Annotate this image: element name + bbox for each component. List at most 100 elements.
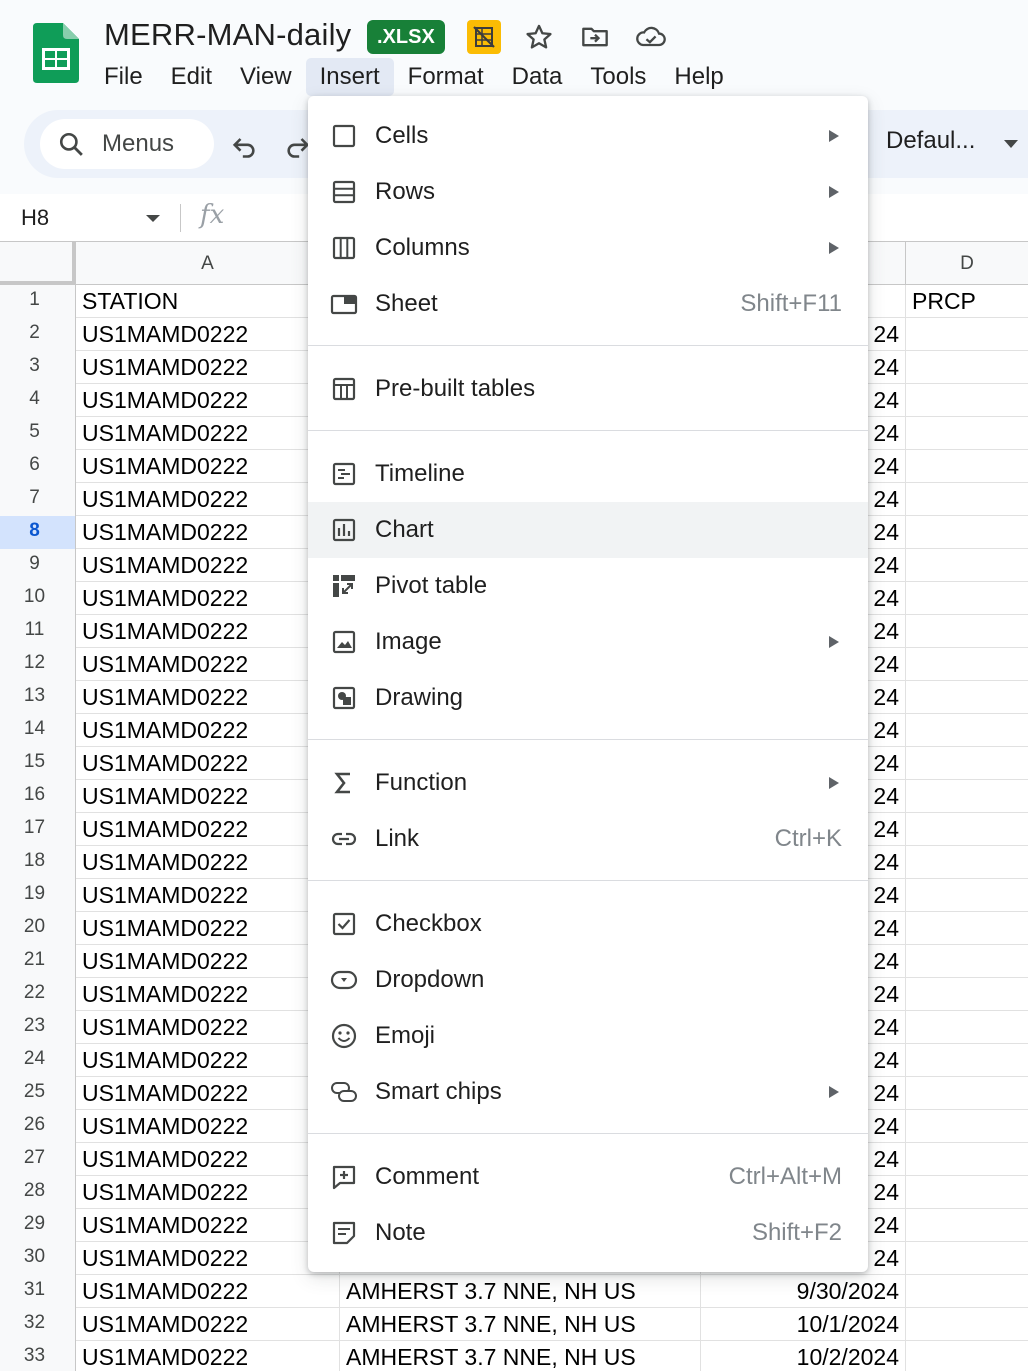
insert-menu-item-chart[interactable]: Chart: [308, 502, 868, 558]
insert-menu-item-sheet[interactable]: Sheet Shift+F11: [308, 276, 868, 332]
select-all-corner[interactable]: [0, 242, 76, 285]
insert-menu-item-pivot-table[interactable]: Pivot table: [308, 558, 868, 614]
cell-date[interactable]: 10/1/2024: [701, 1308, 906, 1341]
cell-station[interactable]: US1MAMD0222: [76, 615, 340, 648]
cell-station[interactable]: US1MAMD0222: [76, 384, 340, 417]
cell-station[interactable]: US1MAMD0222: [76, 1275, 340, 1308]
menu-view[interactable]: View: [226, 58, 306, 96]
file-format-badge[interactable]: .XLSX: [367, 20, 445, 54]
cell-prcp[interactable]: [906, 516, 1028, 549]
row-header[interactable]: 7: [0, 483, 76, 516]
cell-prcp[interactable]: [906, 978, 1028, 1011]
cell-prcp[interactable]: [906, 1143, 1028, 1176]
star-icon[interactable]: [522, 20, 556, 54]
name-box-dropdown-icon[interactable]: [146, 215, 160, 222]
row-header[interactable]: 20: [0, 912, 76, 945]
cell-prcp[interactable]: [906, 1044, 1028, 1077]
cell-prcp[interactable]: [906, 780, 1028, 813]
menu-tools[interactable]: Tools: [576, 58, 660, 96]
cell-prcp[interactable]: [906, 483, 1028, 516]
cell-prcp[interactable]: [906, 1209, 1028, 1242]
cell-prcp[interactable]: [906, 417, 1028, 450]
menu-help[interactable]: Help: [660, 58, 737, 96]
cell-station[interactable]: US1MAMD0222: [76, 1110, 340, 1143]
cell-name[interactable]: AMHERST 3.7 NNE, NH US: [340, 1275, 701, 1308]
cell-prcp[interactable]: [906, 1077, 1028, 1110]
column-header-d[interactable]: D: [906, 242, 1028, 285]
row-header[interactable]: 11: [0, 615, 76, 648]
row-header[interactable]: 27: [0, 1143, 76, 1176]
cell-prcp[interactable]: [906, 747, 1028, 780]
row-header[interactable]: 8: [0, 516, 76, 549]
name-box[interactable]: H8: [21, 205, 49, 231]
cell-station[interactable]: US1MAMD0222: [76, 780, 340, 813]
insert-menu-item-pre-built-tables[interactable]: Pre-built tables: [308, 361, 868, 417]
row-header[interactable]: 19: [0, 879, 76, 912]
cell-prcp[interactable]: [906, 318, 1028, 351]
move-folder-icon[interactable]: [578, 20, 612, 54]
cell-prcp[interactable]: [906, 1341, 1028, 1371]
cell-station[interactable]: US1MAMD0222: [76, 978, 340, 1011]
menu-format[interactable]: Format: [394, 58, 498, 96]
cell-station[interactable]: US1MAMD0222: [76, 813, 340, 846]
document-title[interactable]: MERR-MAN-daily: [104, 17, 351, 53]
insert-menu-item-link[interactable]: Link Ctrl+K: [308, 811, 868, 867]
cell-prcp[interactable]: [906, 1242, 1028, 1275]
row-header[interactable]: 5: [0, 417, 76, 450]
column-header-a[interactable]: A: [76, 242, 340, 285]
cell-prcp[interactable]: [906, 450, 1028, 483]
offline-icon[interactable]: [467, 20, 501, 54]
cell-prcp[interactable]: [906, 1176, 1028, 1209]
cell-station[interactable]: US1MAMD0222: [76, 450, 340, 483]
cell-station[interactable]: US1MAMD0222: [76, 747, 340, 780]
cell-prcp[interactable]: [906, 1110, 1028, 1143]
cell-date[interactable]: 10/2/2024: [701, 1341, 906, 1371]
font-family-select[interactable]: Defaul...: [886, 127, 975, 155]
undo-icon[interactable]: [230, 132, 258, 160]
cell-station[interactable]: US1MAMD0222: [76, 912, 340, 945]
cell-station[interactable]: US1MAMD0222: [76, 318, 340, 351]
row-header[interactable]: 12: [0, 648, 76, 681]
cell-station[interactable]: US1MAMD0222: [76, 483, 340, 516]
insert-menu-item-smart-chips[interactable]: Smart chips: [308, 1064, 868, 1120]
insert-menu-item-emoji[interactable]: Emoji: [308, 1008, 868, 1064]
row-header[interactable]: 16: [0, 780, 76, 813]
cell-prcp[interactable]: [906, 1011, 1028, 1044]
cell-station[interactable]: US1MAMD0222: [76, 1077, 340, 1110]
insert-menu-item-drawing[interactable]: Drawing: [308, 670, 868, 726]
row-header[interactable]: 10: [0, 582, 76, 615]
cell-station[interactable]: US1MAMD0222: [76, 549, 340, 582]
row-header[interactable]: 26: [0, 1110, 76, 1143]
row-header[interactable]: 25: [0, 1077, 76, 1110]
cell-prcp[interactable]: [906, 945, 1028, 978]
cell-station[interactable]: US1MAMD0222: [76, 1011, 340, 1044]
insert-menu-item-function[interactable]: Function: [308, 755, 868, 811]
cell-station[interactable]: US1MAMD0222: [76, 1176, 340, 1209]
row-header[interactable]: 30: [0, 1242, 76, 1275]
row-header[interactable]: 18: [0, 846, 76, 879]
row-header[interactable]: 3: [0, 351, 76, 384]
cell-prcp[interactable]: [906, 1308, 1028, 1341]
insert-menu-item-checkbox[interactable]: Checkbox: [308, 896, 868, 952]
cell-station[interactable]: US1MAMD0222: [76, 648, 340, 681]
row-header[interactable]: 15: [0, 747, 76, 780]
row-header[interactable]: 22: [0, 978, 76, 1011]
row-header[interactable]: 1: [0, 285, 76, 318]
insert-menu-item-columns[interactable]: Columns: [308, 220, 868, 276]
row-header[interactable]: 31: [0, 1275, 76, 1308]
insert-menu-item-cells[interactable]: Cells: [308, 108, 868, 164]
row-header[interactable]: 29: [0, 1209, 76, 1242]
insert-menu-item-dropdown[interactable]: Dropdown: [308, 952, 868, 1008]
row-header[interactable]: 2: [0, 318, 76, 351]
cell-prcp[interactable]: [906, 615, 1028, 648]
row-header[interactable]: 28: [0, 1176, 76, 1209]
cell-prcp[interactable]: [906, 1275, 1028, 1308]
cell-prcp[interactable]: [906, 813, 1028, 846]
cell-station[interactable]: US1MAMD0222: [76, 1209, 340, 1242]
menu-data[interactable]: Data: [498, 58, 577, 96]
cell-station[interactable]: US1MAMD0222: [76, 1341, 340, 1371]
cell-date[interactable]: 9/30/2024: [701, 1275, 906, 1308]
cell-prcp[interactable]: [906, 846, 1028, 879]
cell-name[interactable]: AMHERST 3.7 NNE, NH US: [340, 1341, 701, 1371]
menu-insert[interactable]: Insert: [305, 58, 394, 96]
